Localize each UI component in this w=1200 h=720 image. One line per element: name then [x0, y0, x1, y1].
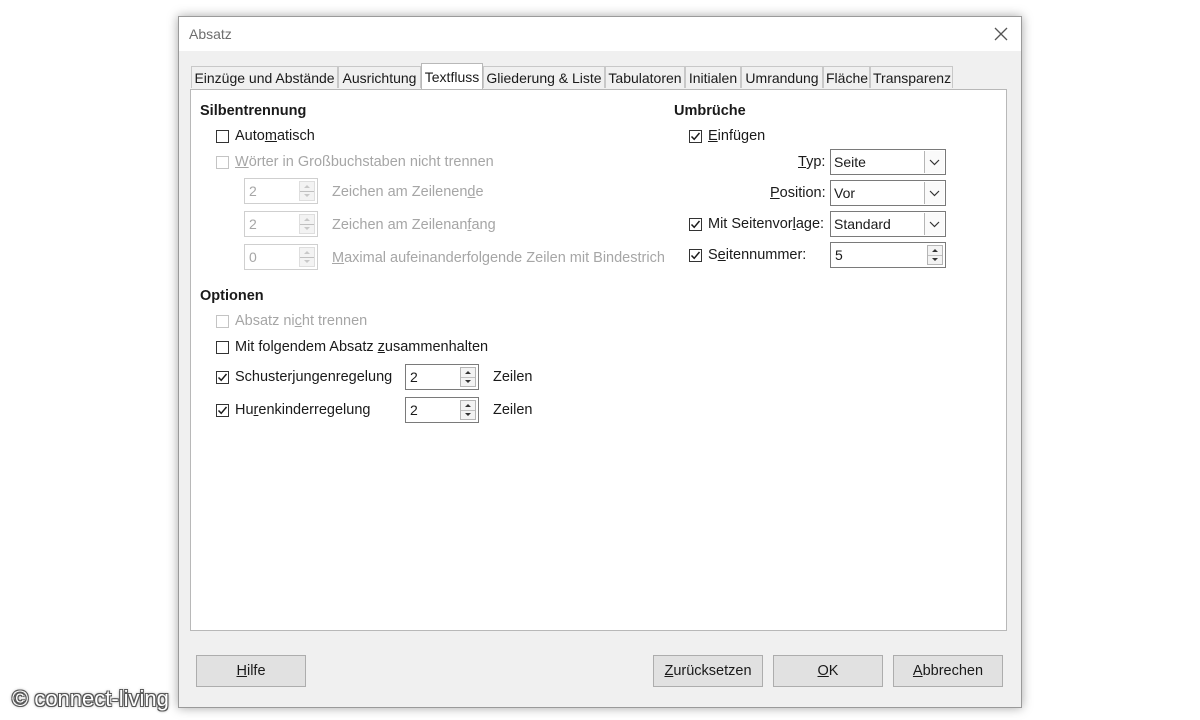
max-lines-value: 0 — [249, 249, 257, 265]
line-begin-value: 2 — [249, 216, 257, 232]
widow-label: Hurenkinderregelung — [235, 402, 371, 418]
dialog-title: Absatz — [189, 26, 232, 42]
tab-transparency[interactable]: Transparenz — [870, 66, 953, 88]
checkmark-icon — [690, 132, 701, 141]
keep-next-checkbox[interactable] — [216, 341, 229, 354]
position-value: Vor — [834, 185, 856, 201]
close-icon[interactable] — [993, 26, 1009, 42]
orphan-value: 2 — [410, 369, 418, 385]
spin-arrows-icon[interactable] — [460, 367, 476, 387]
help-button[interactable]: Hilfe — [196, 655, 306, 687]
keep-together-checkbox[interactable] — [216, 315, 229, 328]
page-style-label: Mit Seitenvorlage: — [708, 216, 825, 232]
automatic-label: Automatisch — [235, 128, 315, 144]
spin-arrows-icon[interactable] — [299, 214, 315, 234]
chevron-down-icon[interactable] — [924, 213, 944, 235]
type-value: Seite — [834, 154, 866, 170]
tab-indents-spacing[interactable]: Einzüge und Abstände — [191, 66, 338, 88]
page-style-checkbox[interactable] — [689, 218, 702, 231]
tab-drop-caps[interactable]: Initialen — [685, 66, 741, 88]
widow-checkbox[interactable] — [216, 404, 229, 417]
position-label: Position: — [770, 185, 826, 201]
caps-words-checkbox[interactable] — [216, 156, 229, 169]
orphan-unit: Zeilen — [493, 369, 533, 385]
widow-value: 2 — [410, 402, 418, 418]
page-number-spinner[interactable]: 5 — [830, 242, 946, 268]
breaks-header: Umbrüche — [674, 103, 746, 119]
page-number-checkbox[interactable] — [689, 249, 702, 262]
widow-unit: Zeilen — [493, 402, 533, 418]
tab-outline-list[interactable]: Gliederung & Liste — [483, 66, 605, 88]
title-bar[interactable]: Absatz — [179, 17, 1021, 51]
keep-together-label: Absatz nicht trennen — [235, 313, 368, 329]
spin-arrows-icon[interactable] — [299, 181, 315, 201]
max-lines-spinner[interactable]: 0 — [244, 244, 318, 270]
line-begin-spinner[interactable]: 2 — [244, 211, 318, 237]
chevron-down-icon[interactable] — [924, 182, 944, 204]
widow-spinner[interactable]: 2 — [405, 397, 479, 423]
reset-button[interactable]: Zurücksetzen — [653, 655, 763, 687]
caps-words-label: Wörter in Großbuchstaben nicht trennen — [235, 154, 494, 170]
tab-text-flow[interactable]: Textfluss — [421, 63, 483, 89]
options-header: Optionen — [200, 288, 264, 304]
orphan-spinner[interactable]: 2 — [405, 364, 479, 390]
page-number-value: 5 — [835, 247, 843, 263]
chevron-down-icon[interactable] — [924, 151, 944, 173]
tab-tabs[interactable]: Tabulatoren — [605, 66, 685, 88]
spin-arrows-icon[interactable] — [299, 247, 315, 267]
text-flow-panel: Silbentrennung Automatisch Wörter in Gro… — [190, 89, 1007, 631]
tab-borders[interactable]: Umrandung — [741, 66, 823, 88]
page-style-value: Standard — [834, 216, 891, 232]
cancel-button[interactable]: Abbrechen — [893, 655, 1003, 687]
checkmark-icon — [690, 251, 701, 260]
position-select[interactable]: Vor — [830, 180, 946, 206]
automatic-checkbox[interactable] — [216, 130, 229, 143]
orphan-checkbox[interactable] — [216, 371, 229, 384]
max-lines-label: Maximal aufeinanderfolgende Zeilen mit B… — [332, 250, 665, 266]
paragraph-dialog: Absatz Einzüge und Abstände Ausrichtung … — [178, 16, 1022, 708]
tab-area[interactable]: Fläche — [823, 66, 870, 88]
line-begin-label: Zeichen am Zeilenanfang — [332, 217, 496, 233]
hyphenation-header: Silbentrennung — [200, 103, 307, 119]
spin-arrows-icon[interactable] — [927, 245, 943, 265]
keep-next-label: Mit folgendem Absatz zusammenhalten — [235, 339, 489, 355]
page-number-label: Seitennummer: — [708, 247, 807, 263]
line-end-spinner[interactable]: 2 — [244, 178, 318, 204]
type-label: Typ: — [798, 154, 826, 170]
orphan-label: Schusterjungenregelung — [235, 369, 393, 385]
page-style-select[interactable]: Standard — [830, 211, 946, 237]
type-select[interactable]: Seite — [830, 149, 946, 175]
checkmark-icon — [217, 406, 228, 415]
tab-alignment[interactable]: Ausrichtung — [338, 66, 421, 88]
checkmark-icon — [217, 373, 228, 382]
line-end-value: 2 — [249, 183, 257, 199]
ok-button[interactable]: OK — [773, 655, 883, 687]
checkmark-icon — [690, 220, 701, 229]
insert-break-checkbox[interactable] — [689, 130, 702, 143]
line-end-label: Zeichen am Zeilenende — [332, 184, 484, 200]
insert-break-label: Einfügen — [708, 128, 766, 144]
spin-arrows-icon[interactable] — [460, 400, 476, 420]
watermark: © connect-living — [12, 686, 169, 711]
